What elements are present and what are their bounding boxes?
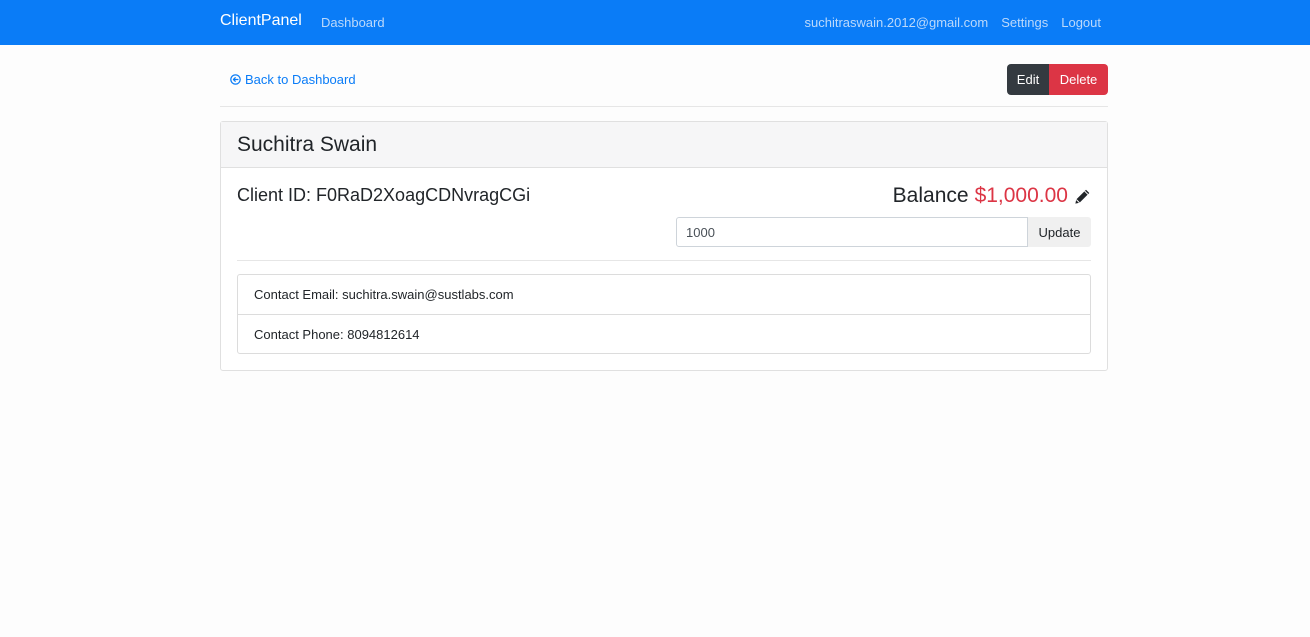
contact-phone: Contact Phone: 8094812614 [238,314,1090,353]
balance-label: Balance [892,184,969,207]
contact-list: Contact Email: suchitra.swain@sustlabs.c… [237,274,1091,354]
nav-dashboard-link[interactable]: Dashboard [321,15,385,30]
balance-input[interactable] [676,217,1028,247]
balance-display: Balance $1,000.00 [893,184,1091,208]
divider [237,260,1091,261]
nav-settings-link[interactable]: Settings [1001,15,1048,30]
card-header: Suchitra Swain [221,122,1107,168]
brand-link[interactable]: ClientPanel [220,12,302,30]
divider [220,106,1108,107]
navbar: ClientPanel Dashboard suchitraswain.2012… [0,0,1310,45]
back-to-dashboard-link[interactable]: Back to Dashboard [230,72,356,87]
arrow-circle-left-icon [230,74,241,85]
client-card: Suchitra Swain Client ID: F0RaD2XoagCDNv… [220,121,1108,371]
update-button[interactable]: Update [1028,217,1091,247]
pencil-icon[interactable] [1074,188,1091,205]
balance-amount: $1,000.00 [974,184,1068,207]
client-id: Client ID: F0RaD2XoagCDNvragCGi [237,185,531,205]
client-name: Suchitra Swain [237,133,378,156]
nav-right-group: suchitraswain.2012@gmail.com Settings Lo… [805,15,1101,30]
contact-email: Contact Email: suchitra.swain@sustlabs.c… [254,287,514,302]
nav-logout-link[interactable]: Logout [1061,15,1101,30]
nav-user-email[interactable]: suchitraswain.2012@gmail.com [805,15,989,30]
delete-button[interactable]: Delete [1049,64,1108,95]
back-link-label: Back to Dashboard [245,72,356,87]
edit-button[interactable]: Edit [1007,64,1049,95]
balance-update-form: Update [676,217,1091,247]
action-button-group: Edit Delete [1007,64,1108,95]
